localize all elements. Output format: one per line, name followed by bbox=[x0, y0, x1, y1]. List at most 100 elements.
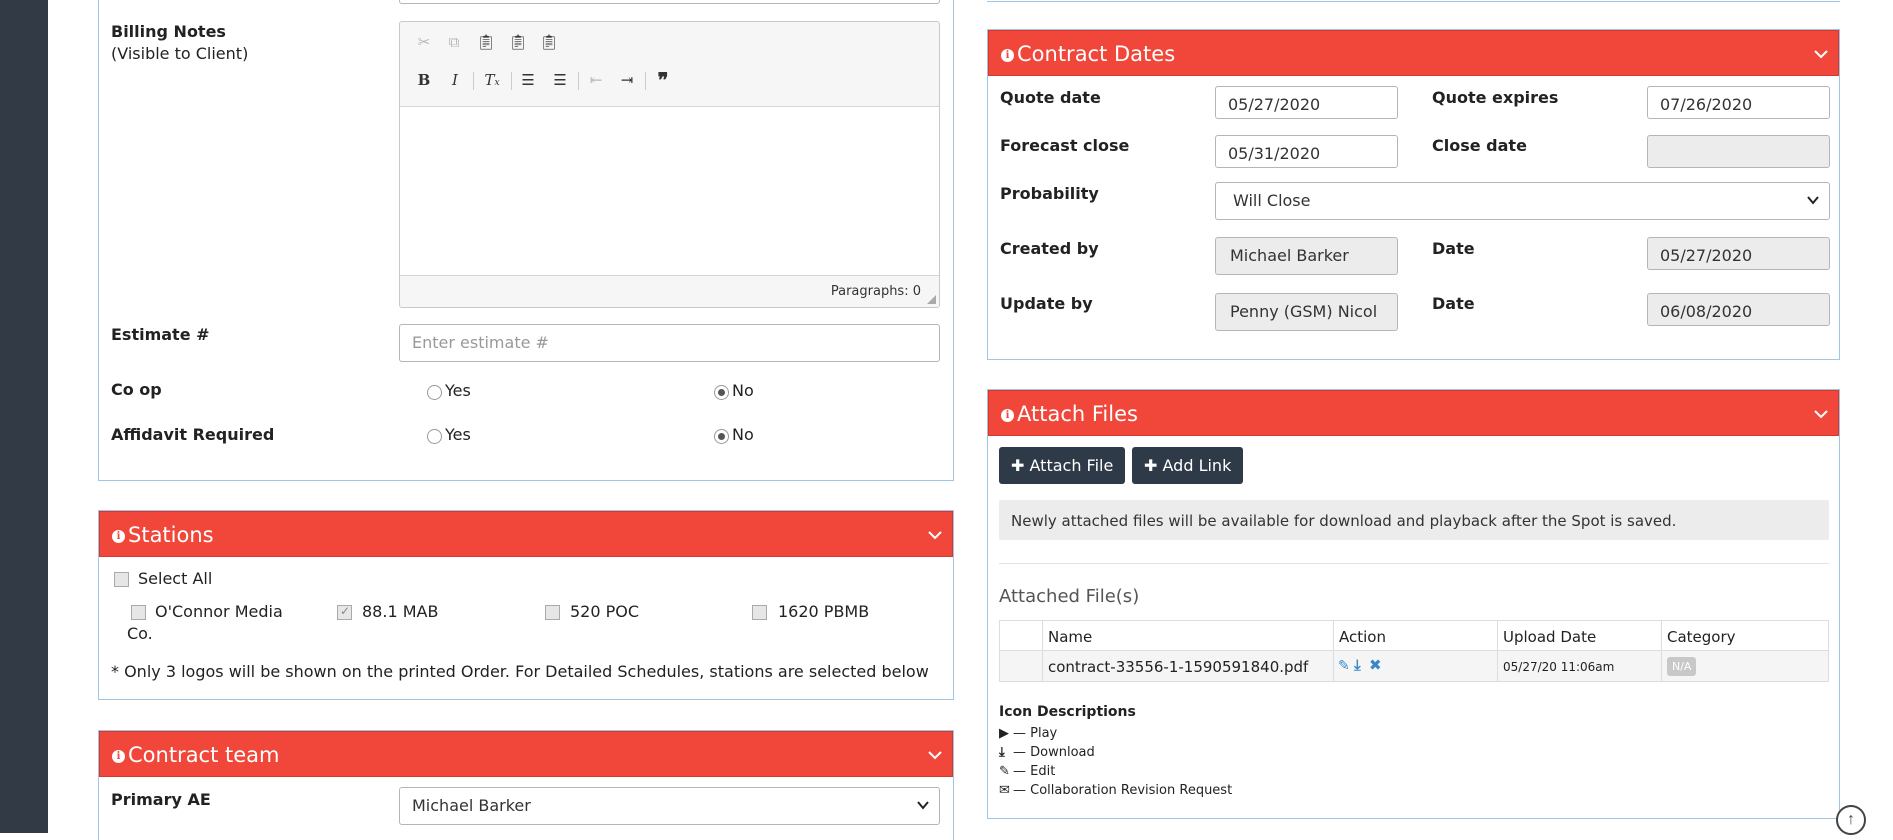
stations-title: Stations bbox=[128, 523, 214, 547]
station-checkbox[interactable] bbox=[752, 605, 767, 620]
update-date-field: 06/08/2020 bbox=[1647, 293, 1830, 326]
col-header-upload-date: Upload Date bbox=[1503, 628, 1597, 646]
update-by-label: Update by bbox=[1000, 294, 1093, 313]
estimate-input[interactable]: Enter estimate # bbox=[399, 324, 940, 362]
quote-date-input[interactable]: 05/27/2020 bbox=[1215, 86, 1398, 119]
chevron-down-icon bbox=[1807, 196, 1819, 205]
created-by-label: Created by bbox=[1000, 239, 1099, 258]
file-name[interactable]: contract-33556-1-1590591840.pdf bbox=[1048, 658, 1308, 676]
envelope-icon: ✉ bbox=[999, 783, 1010, 798]
blockquote-icon[interactable]: ❞ bbox=[653, 70, 673, 90]
attach-files-header[interactable]: i Attach Files bbox=[988, 390, 1839, 436]
close-date-input[interactable] bbox=[1647, 135, 1830, 168]
delete-icon[interactable]: ✖ bbox=[1369, 656, 1382, 674]
paste-icon[interactable]: 📋︎ bbox=[476, 32, 496, 52]
info-icon: i bbox=[112, 530, 125, 543]
toolbar-separator bbox=[578, 72, 579, 90]
billing-notes-editor: ✂ ⧉ 📋︎ 📋︎ 📋︎ B I Tx ☰ ☰ ⇤ ⇥ ❞ Paragraphs… bbox=[399, 21, 940, 308]
bulleted-list-icon[interactable]: ☰ bbox=[550, 70, 570, 90]
select-all-label: Select All bbox=[138, 569, 213, 588]
icon-descriptions-title: Icon Descriptions bbox=[999, 704, 1136, 720]
coop-yes-radio[interactable] bbox=[427, 385, 442, 400]
download-icon[interactable]: ⤓ bbox=[1354, 657, 1361, 674]
close-date-label: Close date bbox=[1432, 136, 1527, 155]
station-label: O'Connor Media bbox=[155, 602, 283, 621]
resize-handle-icon[interactable] bbox=[927, 295, 936, 304]
plus-icon: ✚ bbox=[1011, 456, 1025, 475]
station-checkbox[interactable] bbox=[131, 605, 146, 620]
forecast-close-input[interactable]: 05/31/2020 bbox=[1215, 135, 1398, 168]
toolbar-separator bbox=[473, 72, 474, 90]
coop-no-radio[interactable] bbox=[714, 385, 729, 400]
primary-ae-select[interactable]: Michael Barker bbox=[399, 787, 940, 825]
contract-dates-panel: i Contract Dates Quote date 05/27/2020 Q… bbox=[987, 29, 1840, 360]
copy-icon[interactable]: ⧉ bbox=[444, 32, 464, 52]
edit-icon[interactable]: ✎ bbox=[1338, 657, 1350, 674]
affidavit-yes-label: Yes bbox=[445, 425, 471, 444]
quote-date-label: Quote date bbox=[1000, 88, 1101, 107]
paste-text-icon[interactable]: 📋︎ bbox=[508, 32, 528, 52]
primary-ae-label: Primary AE bbox=[111, 790, 211, 809]
billing-notes-label: Billing Notes bbox=[111, 22, 226, 41]
remove-format-icon[interactable]: Tx bbox=[482, 70, 502, 90]
top-input-edge[interactable] bbox=[399, 0, 940, 4]
coop-yes-label: Yes bbox=[445, 381, 471, 400]
stations-header[interactable]: i Stations bbox=[99, 511, 953, 557]
file-upload-date: 05/27/20 11:06am bbox=[1503, 660, 1615, 674]
billing-notes-sublabel: (Visible to Client) bbox=[111, 44, 249, 63]
contract-team-header[interactable]: i Contract team bbox=[99, 731, 953, 777]
edit-icon: ✎ bbox=[999, 764, 1010, 779]
affidavit-yes-radio[interactable] bbox=[427, 429, 442, 444]
info-icon: i bbox=[1001, 409, 1014, 422]
download-icon: ⤓ bbox=[999, 745, 1005, 760]
chevron-down-icon bbox=[917, 801, 929, 810]
quote-expires-input[interactable]: 07/26/2020 bbox=[1647, 86, 1830, 119]
legend-edit: ✎ — Edit bbox=[999, 764, 1056, 779]
chevron-down-icon[interactable] bbox=[928, 748, 942, 762]
toolbar-separator bbox=[511, 72, 512, 90]
chevron-down-icon[interactable] bbox=[1814, 407, 1828, 421]
contract-dates-header[interactable]: i Contract Dates bbox=[988, 30, 1839, 76]
col-header-action: Action bbox=[1339, 628, 1386, 646]
attach-files-panel: i Attach Files ✚ Attach File ✚ Add Link … bbox=[987, 389, 1840, 819]
col-divider bbox=[1661, 621, 1662, 681]
affidavit-no-radio[interactable] bbox=[714, 429, 729, 444]
add-link-button[interactable]: ✚ Add Link bbox=[1132, 447, 1244, 484]
play-icon: ▶ bbox=[999, 726, 1009, 741]
right-top-edge bbox=[987, 0, 1840, 2]
col-divider bbox=[1497, 621, 1498, 681]
legend-download: ⤓ — Download bbox=[999, 745, 1095, 760]
indent-icon[interactable]: ⇥ bbox=[617, 70, 637, 90]
bold-icon[interactable]: B bbox=[414, 70, 434, 90]
affidavit-no-label: No bbox=[732, 425, 754, 444]
select-all-checkbox[interactable] bbox=[114, 572, 129, 587]
probability-select[interactable]: Will Close bbox=[1215, 182, 1830, 220]
editor-status: Paragraphs: 0 bbox=[830, 284, 921, 299]
contract-team-panel: i Contract team Primary AE Michael Barke… bbox=[98, 730, 954, 840]
attach-file-button[interactable]: ✚ Attach File bbox=[999, 447, 1126, 484]
outdent-icon[interactable]: ⇤ bbox=[586, 70, 606, 90]
created-by-field: Michael Barker bbox=[1215, 237, 1398, 275]
chevron-down-icon[interactable] bbox=[928, 528, 942, 542]
primary-ae-value: Michael Barker bbox=[412, 796, 531, 815]
billing-panel: Billing Notes (Visible to Client) ✂ ⧉ 📋︎… bbox=[98, 0, 954, 481]
attach-files-title: Attach Files bbox=[1017, 402, 1138, 426]
numbered-list-icon[interactable]: ☰ bbox=[518, 70, 538, 90]
station-label-cont: Co. bbox=[127, 624, 153, 643]
cut-icon[interactable]: ✂ bbox=[414, 32, 434, 52]
coop-label: Co op bbox=[111, 380, 162, 399]
station-checkbox[interactable] bbox=[337, 604, 352, 620]
paste-word-icon[interactable]: 📋︎ bbox=[539, 32, 559, 52]
col-divider bbox=[1333, 621, 1334, 681]
forecast-close-label: Forecast close bbox=[1000, 136, 1130, 155]
station-checkbox[interactable] bbox=[545, 605, 560, 620]
upload-notice: Newly attached files will be available f… bbox=[999, 500, 1829, 540]
created-date-field: 05/27/2020 bbox=[1647, 237, 1830, 270]
left-sidebar bbox=[0, 0, 48, 833]
editor-body[interactable] bbox=[400, 106, 939, 276]
chevron-down-icon[interactable] bbox=[1814, 47, 1828, 61]
italic-icon[interactable]: I bbox=[445, 70, 465, 90]
info-icon: i bbox=[1001, 49, 1014, 62]
created-date-label: Date bbox=[1432, 239, 1475, 258]
scroll-up-icon[interactable]: ↑ bbox=[1836, 805, 1866, 835]
